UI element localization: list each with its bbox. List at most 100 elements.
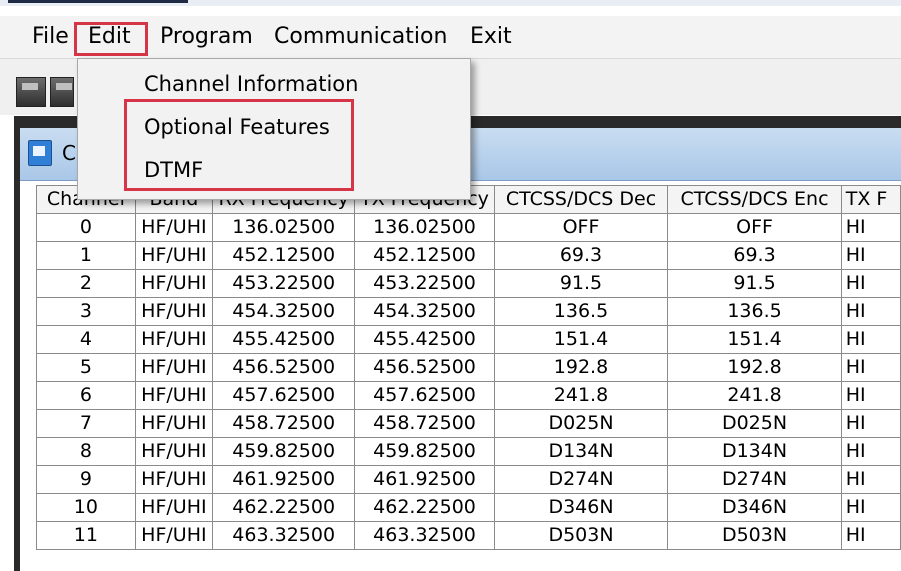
cell-rx-frequency[interactable]: 136.02500 (212, 213, 356, 242)
save-icon[interactable] (16, 77, 46, 107)
cell-ctcss-dcs-dec[interactable]: D503N (493, 521, 669, 550)
cell-channel[interactable]: 1 (36, 241, 136, 270)
cell-tx-power[interactable]: HI (840, 241, 901, 270)
cell-tx-frequency[interactable]: 458.72500 (354, 409, 495, 438)
cell-ctcss-dcs-enc[interactable]: D503N (667, 521, 842, 550)
menu-program[interactable]: Program (156, 24, 257, 50)
table-row[interactable]: 9 HF/UHI 461.92500 461.92500 D274N D274N HI (36, 465, 901, 494)
cell-band[interactable]: HF/UHI (134, 521, 214, 550)
cell-tx-frequency[interactable]: 452.12500 (354, 241, 495, 270)
cell-ctcss-dcs-enc[interactable]: OFF (667, 213, 842, 242)
cell-ctcss-dcs-enc[interactable]: D134N (667, 437, 842, 466)
cell-channel[interactable]: 6 (36, 381, 136, 410)
menu-item-optional-features[interactable]: Optional Features (144, 112, 330, 142)
cell-ctcss-dcs-enc[interactable]: 192.8 (667, 353, 842, 382)
cell-channel[interactable]: 4 (36, 325, 136, 354)
cell-rx-frequency[interactable]: 458.72500 (212, 409, 356, 438)
cell-band[interactable]: HF/UHI (134, 353, 214, 382)
cell-band[interactable]: HF/UHI (134, 493, 214, 522)
cell-band[interactable]: HF/UHI (134, 409, 214, 438)
cell-band[interactable]: HF/UHI (134, 297, 214, 326)
cell-ctcss-dcs-enc[interactable]: 136.5 (667, 297, 842, 326)
cell-band[interactable]: HF/UHI (134, 213, 214, 242)
cell-channel[interactable]: 7 (36, 409, 136, 438)
cell-tx-power[interactable]: HI (840, 465, 901, 494)
cell-channel[interactable]: 5 (36, 353, 136, 382)
cell-rx-frequency[interactable]: 455.42500 (212, 325, 356, 354)
table-row[interactable]: 4 HF/UHI 455.42500 455.42500 151.4 151.4 HI (36, 325, 901, 354)
table-row[interactable]: 11 HF/UHI 463.32500 463.32500 D503N D503N HI (36, 521, 901, 550)
menu-communication[interactable]: Communication (270, 24, 451, 50)
cell-ctcss-dcs-dec[interactable]: D134N (493, 437, 669, 466)
cell-channel[interactable]: 0 (36, 213, 136, 242)
menu-item-dtmf[interactable]: DTMF (144, 155, 203, 185)
cell-tx-power[interactable]: HI (840, 213, 901, 242)
column-header-tx-power[interactable]: TX F (840, 185, 901, 214)
cell-band[interactable]: HF/UHI (134, 465, 214, 494)
cell-channel[interactable]: 8 (36, 437, 136, 466)
open-icon[interactable] (50, 77, 74, 107)
cell-tx-power[interactable]: HI (840, 521, 901, 550)
cell-tx-frequency[interactable]: 456.52500 (354, 353, 495, 382)
menu-file[interactable]: File (28, 24, 73, 50)
menu-exit[interactable]: Exit (466, 24, 516, 50)
cell-tx-power[interactable]: HI (840, 409, 901, 438)
cell-channel[interactable]: 9 (36, 465, 136, 494)
cell-tx-frequency[interactable]: 455.42500 (354, 325, 495, 354)
table-row[interactable]: 0 HF/UHI 136.02500 136.02500 OFF OFF HI (36, 213, 901, 242)
cell-ctcss-dcs-enc[interactable]: D274N (667, 465, 842, 494)
column-header-ctcss-dcs-dec[interactable]: CTCSS/DCS Dec (493, 185, 669, 214)
cell-tx-frequency[interactable]: 459.82500 (354, 437, 495, 466)
cell-tx-frequency[interactable]: 454.32500 (354, 297, 495, 326)
cell-rx-frequency[interactable]: 461.92500 (212, 465, 356, 494)
cell-band[interactable]: HF/UHI (134, 241, 214, 270)
cell-ctcss-dcs-dec[interactable]: 192.8 (493, 353, 669, 382)
cell-ctcss-dcs-enc[interactable]: D025N (667, 409, 842, 438)
cell-tx-frequency[interactable]: 457.62500 (354, 381, 495, 410)
cell-tx-frequency[interactable]: 461.92500 (354, 465, 495, 494)
cell-tx-power[interactable]: HI (840, 381, 901, 410)
cell-tx-frequency[interactable]: 453.22500 (354, 269, 495, 298)
cell-rx-frequency[interactable]: 462.22500 (212, 493, 356, 522)
cell-tx-power[interactable]: HI (840, 325, 901, 354)
cell-ctcss-dcs-enc[interactable]: D346N (667, 493, 842, 522)
table-row[interactable]: 3 HF/UHI 454.32500 454.32500 136.5 136.5 HI (36, 297, 901, 326)
cell-channel[interactable]: 2 (36, 269, 136, 298)
cell-band[interactable]: HF/UHI (134, 269, 214, 298)
cell-ctcss-dcs-dec[interactable]: 241.8 (493, 381, 669, 410)
table-row[interactable]: 5 HF/UHI 456.52500 456.52500 192.8 192.8 HI (36, 353, 901, 382)
cell-band[interactable]: HF/UHI (134, 325, 214, 354)
cell-ctcss-dcs-enc[interactable]: 151.4 (667, 325, 842, 354)
cell-rx-frequency[interactable]: 454.32500 (212, 297, 356, 326)
cell-tx-power[interactable]: HI (840, 297, 901, 326)
table-row[interactable]: 7 HF/UHI 458.72500 458.72500 D025N D025N HI (36, 409, 901, 438)
cell-ctcss-dcs-dec[interactable]: 136.5 (493, 297, 669, 326)
cell-tx-power[interactable]: HI (840, 269, 901, 298)
cell-ctcss-dcs-dec[interactable]: OFF (493, 213, 669, 242)
table-row[interactable]: 8 HF/UHI 459.82500 459.82500 D134N D134N HI (36, 437, 901, 466)
cell-tx-power[interactable]: HI (840, 493, 901, 522)
cell-ctcss-dcs-dec[interactable]: D025N (493, 409, 669, 438)
cell-rx-frequency[interactable]: 453.22500 (212, 269, 356, 298)
cell-band[interactable]: HF/UHI (134, 437, 214, 466)
cell-channel[interactable]: 11 (36, 521, 136, 550)
cell-tx-power[interactable]: HI (840, 353, 901, 382)
cell-ctcss-dcs-dec[interactable]: D346N (493, 493, 669, 522)
table-row[interactable]: 6 HF/UHI 457.62500 457.62500 241.8 241.8 HI (36, 381, 901, 410)
cell-ctcss-dcs-enc[interactable]: 241.8 (667, 381, 842, 410)
column-header-ctcss-dcs-enc[interactable]: CTCSS/DCS Enc (667, 185, 842, 214)
cell-ctcss-dcs-dec[interactable]: 69.3 (493, 241, 669, 270)
cell-rx-frequency[interactable]: 463.32500 (212, 521, 356, 550)
table-row[interactable]: 1 HF/UHI 452.12500 452.12500 69.3 69.3 HI (36, 241, 901, 270)
cell-tx-frequency[interactable]: 462.22500 (354, 493, 495, 522)
cell-ctcss-dcs-dec[interactable]: 91.5 (493, 269, 669, 298)
cell-rx-frequency[interactable]: 457.62500 (212, 381, 356, 410)
cell-rx-frequency[interactable]: 452.12500 (212, 241, 356, 270)
cell-rx-frequency[interactable]: 456.52500 (212, 353, 356, 382)
cell-channel[interactable]: 10 (36, 493, 136, 522)
cell-ctcss-dcs-dec[interactable]: D274N (493, 465, 669, 494)
cell-tx-frequency[interactable]: 136.02500 (354, 213, 495, 242)
cell-ctcss-dcs-enc[interactable]: 91.5 (667, 269, 842, 298)
cell-tx-frequency[interactable]: 463.32500 (354, 521, 495, 550)
menu-edit[interactable]: Edit (82, 24, 137, 50)
